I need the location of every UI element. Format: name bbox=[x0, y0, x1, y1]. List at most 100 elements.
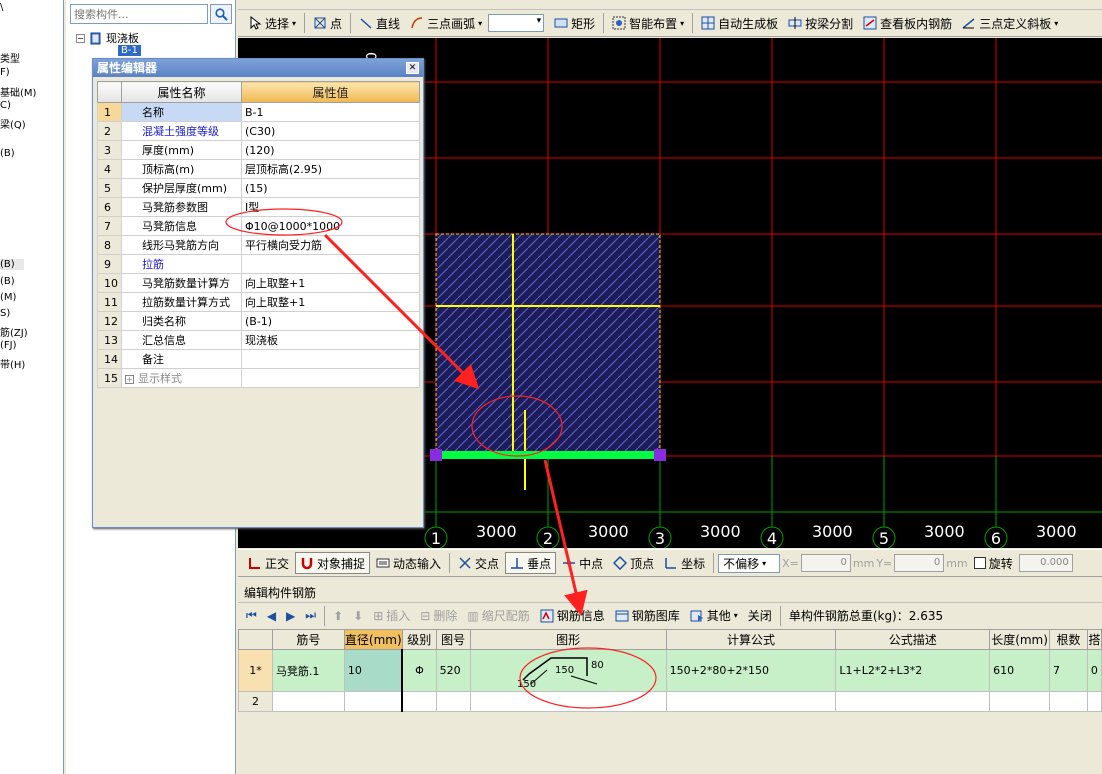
rectangle-button[interactable]: 矩形 bbox=[550, 12, 599, 34]
ortho-toggle[interactable]: 正交 bbox=[244, 552, 293, 574]
list-item[interactable]: (B) bbox=[0, 148, 15, 159]
last-record-button[interactable]: ⏭ bbox=[301, 605, 320, 627]
property-row[interactable]: 13 汇总信息 现浇板 bbox=[97, 330, 420, 350]
property-row[interactable]: 4 顶标高(m) 层顶标高(2.95) bbox=[97, 159, 420, 179]
list-item[interactable]: \ bbox=[0, 2, 3, 13]
rotate-checkbox[interactable]: 旋转 bbox=[970, 552, 1017, 574]
object-snap-toggle[interactable]: 对象捕捉 bbox=[295, 552, 371, 574]
split-by-beam-button[interactable]: 按梁分割 bbox=[784, 12, 857, 34]
cell-length[interactable] bbox=[989, 691, 1051, 712]
slab-b1[interactable] bbox=[435, 233, 661, 457]
table-row[interactable]: 1* 马凳筋.1 10 Φ 520 150 80 150 150+2*80+2*… bbox=[238, 649, 1102, 692]
cell-grade[interactable] bbox=[401, 691, 437, 712]
coordinate-snap[interactable]: 坐标 bbox=[660, 552, 709, 574]
list-item[interactable]: 梁(Q) bbox=[0, 116, 26, 131]
column-header[interactable]: 根数 bbox=[1049, 629, 1088, 650]
prev-record-button[interactable]: ◀ bbox=[263, 605, 280, 627]
cell-lap[interactable] bbox=[1086, 691, 1102, 712]
column-header[interactable]: 长度(mm) bbox=[989, 629, 1051, 650]
view-slab-rebar-button[interactable]: 查看板内钢筋 bbox=[859, 12, 956, 34]
first-record-button[interactable]: ⏮ bbox=[242, 605, 261, 627]
window-title[interactable]: 属性编辑器 bbox=[93, 59, 423, 77]
column-header[interactable]: 筋号 bbox=[271, 629, 345, 650]
column-header[interactable]: 计算公式 bbox=[665, 629, 837, 650]
delete-button[interactable]: ⊟ 删除 bbox=[416, 605, 461, 627]
rebar-library-button[interactable]: 钢筋图库 bbox=[611, 605, 684, 627]
scale-rebar-button[interactable]: ▥ 缩尺配筋 bbox=[463, 605, 533, 627]
dynamic-input-toggle[interactable]: 动态输入 bbox=[372, 552, 445, 574]
list-item[interactable]: (FJ) bbox=[0, 340, 17, 351]
cell-lap[interactable]: 0 bbox=[1086, 649, 1102, 692]
search-input[interactable] bbox=[70, 4, 208, 24]
x-offset-field[interactable]: 0 bbox=[800, 554, 851, 572]
column-header[interactable]: 图号 bbox=[435, 629, 471, 650]
define-slope-button[interactable]: 三点定义斜板 ▾ bbox=[958, 12, 1062, 34]
cell-length[interactable]: 610 bbox=[989, 649, 1051, 692]
list-item[interactable]: 筋(ZJ) bbox=[0, 324, 28, 339]
row-number[interactable]: 1* bbox=[238, 649, 273, 692]
table-row[interactable]: 2 bbox=[238, 691, 1102, 712]
list-item[interactable]: (B) bbox=[0, 276, 15, 287]
move-up-button[interactable]: ⬆ bbox=[329, 605, 347, 627]
property-row[interactable]: 10 马凳筋数量计算方 向上取整+1 bbox=[97, 273, 420, 293]
cell-fig-number[interactable] bbox=[435, 691, 471, 712]
move-down-button[interactable]: ⬇ bbox=[349, 605, 367, 627]
property-editor-window[interactable]: 属性编辑器 ✕ 属性名称 属性值 1 名称 B-1 2 混凝土强度等级 (C30) 3厚… bbox=[92, 58, 424, 528]
y-offset-field[interactable]: 0 bbox=[894, 554, 945, 572]
select-button[interactable]: 选择 ▾ bbox=[244, 12, 300, 34]
close-icon[interactable]: ✕ bbox=[406, 62, 419, 74]
list-item[interactable]: C) bbox=[0, 100, 11, 111]
property-row[interactable]: 5 保护层厚度(mm) (15) bbox=[97, 178, 420, 198]
close-button[interactable]: 关闭 bbox=[744, 605, 776, 627]
cell-bar-name[interactable]: 马凳筋.1 bbox=[271, 649, 345, 692]
cell-diameter[interactable]: 10 bbox=[343, 649, 404, 692]
auto-generate-slab-button[interactable]: 自动生成板 bbox=[697, 12, 782, 34]
property-row[interactable]: 15 + 显示样式 bbox=[97, 368, 420, 388]
column-header[interactable]: 直径(mm) bbox=[343, 629, 403, 650]
list-item[interactable]: S) bbox=[0, 308, 10, 319]
list-item[interactable]: F) bbox=[0, 67, 10, 78]
cell-formula-desc[interactable]: L1+L2*2+L3*2 bbox=[835, 649, 991, 692]
arc-button[interactable]: 三点画弧 ▾ bbox=[406, 12, 486, 34]
property-row[interactable]: 14 备注 bbox=[97, 349, 420, 369]
cell-count[interactable] bbox=[1049, 691, 1088, 712]
line-button[interactable]: 直线 bbox=[355, 12, 404, 34]
expand-icon[interactable]: + bbox=[125, 374, 134, 384]
cell-shape[interactable] bbox=[469, 691, 667, 712]
shape-dropdown[interactable] bbox=[488, 14, 545, 32]
cell-grade[interactable]: Φ bbox=[401, 649, 437, 692]
rebar-info-button[interactable]: 钢筋信息 bbox=[536, 605, 609, 627]
property-row[interactable]: 3 厚度(mm) (120) bbox=[97, 140, 420, 160]
row-number[interactable]: 2 bbox=[238, 691, 273, 712]
cell-formula-desc[interactable] bbox=[835, 691, 991, 712]
list-item[interactable]: 基础(M) bbox=[0, 84, 36, 99]
smart-layout-button[interactable]: 智能布置 ▾ bbox=[608, 12, 688, 34]
cell-fig-number[interactable]: 520 bbox=[435, 649, 471, 692]
property-row[interactable]: 9 拉筋 bbox=[97, 254, 420, 274]
intersection-snap[interactable]: 交点 bbox=[454, 552, 503, 574]
cell-diameter[interactable] bbox=[343, 691, 404, 712]
cell-formula[interactable] bbox=[665, 691, 837, 712]
vertex-snap[interactable]: 顶点 bbox=[609, 552, 658, 574]
next-record-button[interactable]: ▶ bbox=[282, 605, 299, 627]
cell-formula[interactable]: 150+2*80+2*150 bbox=[665, 649, 837, 692]
column-header[interactable]: 公式描述 bbox=[835, 629, 991, 650]
column-header[interactable]: 搭 bbox=[1086, 629, 1102, 650]
property-row[interactable]: 8 线形马凳筋方向 平行横向受力筋 bbox=[97, 235, 420, 255]
search-button[interactable] bbox=[210, 4, 232, 24]
perpendicular-snap[interactable]: 垂点 bbox=[505, 552, 557, 574]
other-menu-button[interactable]: 其他 ▾ bbox=[686, 605, 742, 627]
column-header[interactable]: 图形 bbox=[469, 629, 667, 650]
property-row[interactable]: 6 马凳筋参数图 Ⅰ型 bbox=[97, 197, 420, 217]
property-row[interactable]: 2 混凝土强度等级 (C30) bbox=[97, 121, 420, 141]
list-item[interactable]: (M) bbox=[0, 292, 16, 303]
cell-count[interactable]: 7 bbox=[1049, 649, 1088, 692]
list-item[interactable]: 类型 bbox=[0, 50, 20, 65]
list-item[interactable]: 带(H) bbox=[0, 356, 25, 371]
property-row[interactable]: 12 归类名称 (B-1) bbox=[97, 311, 420, 331]
tree-node-slab[interactable]: − 现浇板 bbox=[76, 30, 139, 46]
midpoint-snap[interactable]: 中点 bbox=[558, 552, 607, 574]
cell-bar-name[interactable] bbox=[271, 691, 345, 712]
cell-shape[interactable]: 150 80 150 bbox=[469, 649, 667, 692]
collapse-icon[interactable]: − bbox=[76, 33, 85, 43]
